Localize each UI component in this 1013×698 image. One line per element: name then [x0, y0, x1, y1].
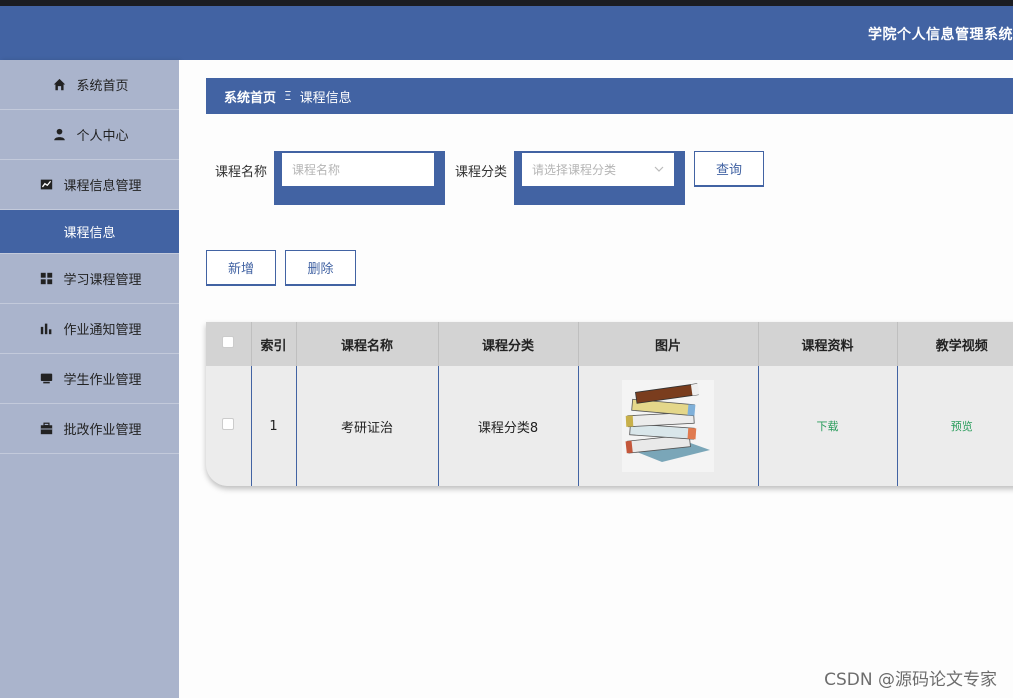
top-header: 学院个人信息管理系统 — [0, 6, 1013, 60]
table-row: 1 考研证治 课程分类8 下载 预览 — [206, 366, 1013, 486]
column-header: 图片 — [578, 322, 759, 366]
sidebar-item-label: 系统首页 — [76, 79, 129, 94]
breadcrumb-separator: Ξ — [284, 89, 292, 103]
course-category-field-wrap: 请选择课程分类 — [514, 151, 685, 205]
course-category-cell: 课程分类8 — [438, 366, 579, 486]
index-cell: 1 — [251, 366, 297, 486]
material-cell: 下载 — [758, 366, 898, 486]
sidebar-item-label: 批改作业管理 — [63, 423, 142, 438]
table-header-row: 索引 课程名称 课程分类 图片 课程资料 教学视频 — [206, 322, 1013, 366]
video-cell: 预览 — [897, 366, 1013, 486]
bar-chart-icon — [37, 320, 55, 338]
sidebar-item-label: 作业通知管理 — [63, 323, 142, 338]
row-select-cell — [206, 366, 252, 486]
sidebar-item-homework-notice[interactable]: 作业通知管理 — [0, 304, 179, 354]
course-category-select[interactable]: 请选择课程分类 — [522, 153, 674, 186]
column-header: 索引 — [251, 322, 297, 366]
books-image — [622, 380, 714, 472]
column-header: 课程资料 — [758, 322, 898, 366]
add-button[interactable]: 新增 — [206, 250, 276, 286]
select-all-cell — [206, 322, 252, 366]
course-name-field-wrap — [274, 151, 445, 205]
monitor-icon — [37, 370, 55, 388]
sidebar-item-label: 课程信息管理 — [63, 179, 142, 194]
chevron-down-icon — [654, 163, 664, 177]
row-checkbox[interactable] — [222, 418, 235, 430]
column-header: 课程名称 — [296, 322, 439, 366]
app-title: 学院个人信息管理系统 — [868, 27, 1013, 43]
sidebar-item-label: 课程信息 — [63, 226, 116, 241]
query-button[interactable]: 查询 — [694, 151, 764, 187]
course-name-input[interactable] — [282, 153, 434, 186]
course-table: 索引 课程名称 课程分类 图片 课程资料 教学视频 1 考研证治 课程分类8 下… — [206, 322, 1013, 486]
sidebar-item-label: 个人中心 — [76, 129, 129, 144]
home-icon — [50, 76, 68, 94]
chart-icon — [37, 176, 55, 194]
course-name-cell: 考研证治 — [296, 366, 439, 486]
watermark-text: CSDN @源码论文专家 — [824, 670, 997, 690]
course-category-label: 课程分类 — [455, 165, 508, 180]
sidebar-item-label: 学生作业管理 — [63, 373, 142, 388]
breadcrumb-home[interactable]: 系统首页 — [224, 87, 276, 106]
sidebar-item-course-management[interactable]: 课程信息管理 — [0, 160, 179, 210]
sidebar-item-study-course[interactable]: 学习课程管理 — [0, 254, 179, 304]
image-cell — [578, 366, 759, 486]
category-placeholder: 请选择课程分类 — [532, 163, 617, 177]
breadcrumb: 系统首页 Ξ 课程信息 — [206, 78, 1013, 114]
sidebar-item-student-homework[interactable]: 学生作业管理 — [0, 354, 179, 404]
sidebar-item-profile[interactable]: 个人中心 — [0, 110, 179, 160]
sidebar-item-label: 学习课程管理 — [63, 273, 142, 288]
main-content: 系统首页 Ξ 课程信息 课程名称 课程分类 请选择课程分类 查询 新增 删除 — [179, 60, 1013, 698]
column-header: 教学视频 — [935, 338, 988, 354]
download-link[interactable]: 下载 — [817, 420, 839, 433]
preview-link[interactable]: 预览 — [951, 420, 973, 433]
column-header: 课程分类 — [438, 322, 579, 366]
select-all-checkbox[interactable] — [222, 336, 235, 348]
grid-icon — [37, 270, 55, 288]
user-icon — [50, 126, 68, 144]
briefcase-icon — [37, 420, 55, 438]
course-name-label: 课程名称 — [215, 165, 268, 180]
sidebar-item-grade-homework[interactable]: 批改作业管理 — [0, 404, 179, 454]
sidebar-item-home[interactable]: 系统首页 — [0, 60, 179, 110]
sidebar-item-course-info[interactable]: 课程信息 — [0, 210, 179, 254]
sidebar: 系统首页 个人中心 课程信息管理 课程信息 学习课程管理 作业通知管理 学生作业… — [0, 60, 179, 698]
breadcrumb-current: 课程信息 — [299, 90, 352, 106]
delete-button[interactable]: 删除 — [285, 250, 356, 286]
